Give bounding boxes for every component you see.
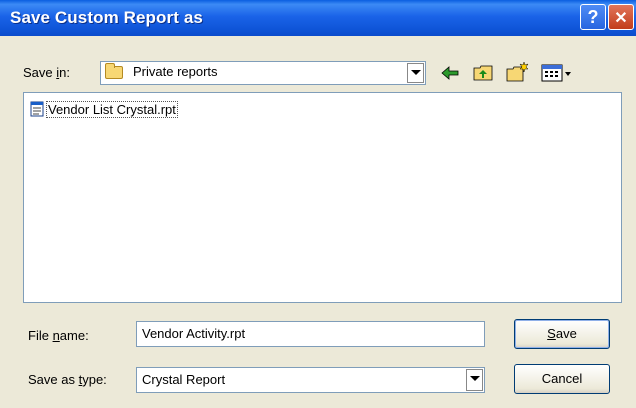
- views-menu-icon[interactable]: [541, 63, 581, 85]
- save-in-value: Private reports: [133, 64, 218, 79]
- close-icon: ✕: [614, 10, 628, 27]
- back-icon[interactable]: [440, 63, 462, 85]
- file-name-value: Vendor Activity.rpt: [142, 326, 246, 341]
- new-folder-icon[interactable]: [505, 61, 529, 83]
- save-as-type-value: Crystal Report: [142, 372, 226, 387]
- save-as-type-label: Save as type:: [28, 372, 107, 387]
- file-name: Vendor List Crystal.rpt: [46, 101, 178, 118]
- chevron-down-icon[interactable]: [466, 369, 483, 391]
- up-one-level-icon[interactable]: [472, 63, 494, 85]
- title-bar: Save Custom Report as ? ✕: [0, 0, 636, 36]
- close-button[interactable]: ✕: [608, 4, 634, 30]
- cancel-button[interactable]: Cancel: [514, 364, 610, 394]
- help-icon: ?: [587, 7, 599, 27]
- save-as-type-dropdown[interactable]: Crystal Report: [136, 367, 485, 393]
- save-in-dropdown[interactable]: Private reports: [100, 61, 426, 85]
- help-button[interactable]: ?: [580, 4, 606, 30]
- folder-icon: [105, 63, 123, 79]
- window-title: Save Custom Report as: [10, 8, 203, 27]
- save-button[interactable]: Save: [514, 319, 610, 349]
- chevron-down-icon[interactable]: [407, 63, 424, 83]
- save-in-label: Save in:: [23, 65, 70, 80]
- file-list[interactable]: Vendor List Crystal.rpt: [23, 92, 622, 303]
- document-icon: [30, 101, 44, 117]
- file-name-field[interactable]: Vendor Activity.rpt: [136, 321, 485, 347]
- file-name-label: File name:: [28, 328, 89, 343]
